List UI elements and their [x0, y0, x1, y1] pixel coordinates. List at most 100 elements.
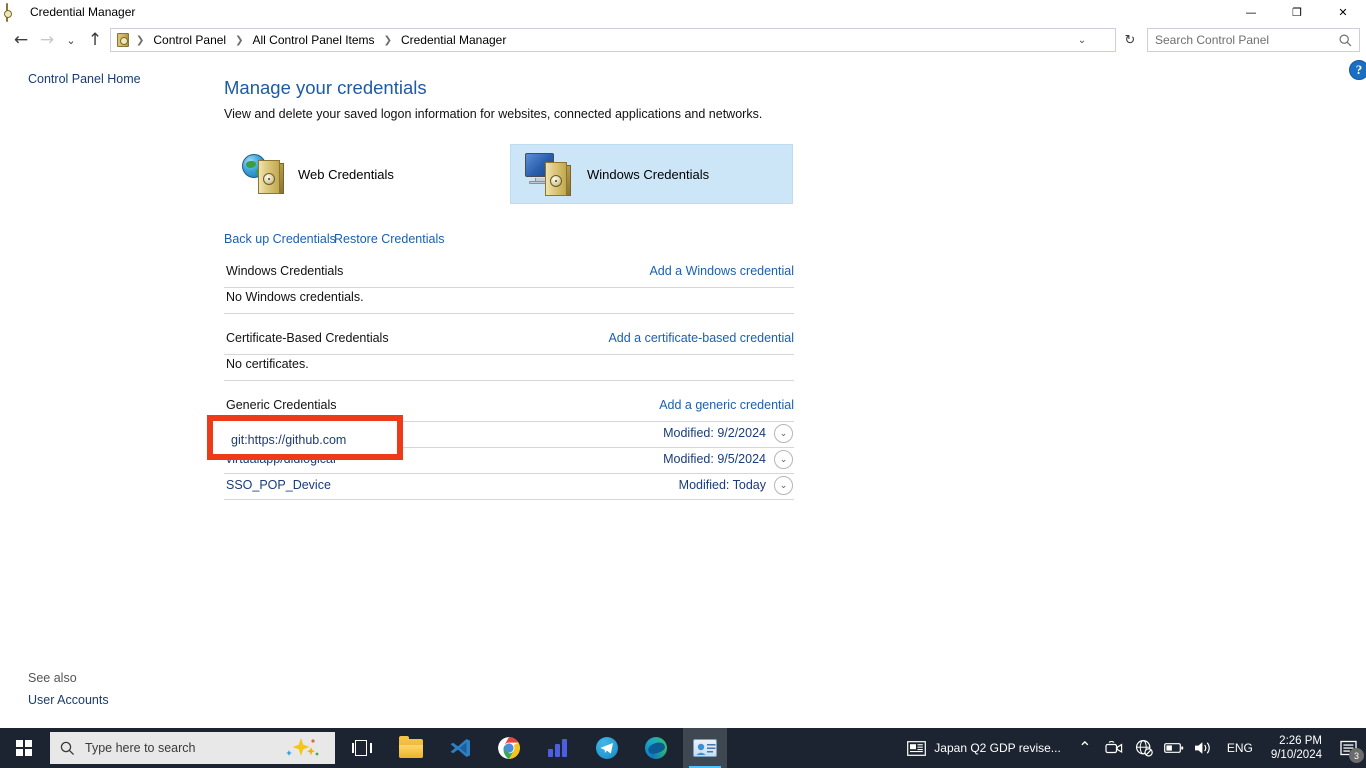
title-bar: Credential Manager — ❐ ✕	[0, 0, 1366, 24]
add-generic-credential-link[interactable]: Add a generic credential	[659, 398, 794, 412]
minimize-button[interactable]: —	[1228, 0, 1274, 24]
credential-modified: Modified: 9/5/2024	[663, 452, 766, 466]
add-windows-credential-link[interactable]: Add a Windows credential	[649, 264, 794, 278]
breadcrumb-item-all-control-panel-items[interactable]: All Control Panel Items	[251, 33, 377, 47]
clock-time: 2:26 PM	[1279, 734, 1322, 747]
breadcrumb-vault-icon	[117, 33, 129, 47]
chevron-down-icon[interactable]: ⌄	[774, 476, 793, 495]
recent-locations-icon[interactable]: ⌄	[60, 27, 82, 53]
page-title: Manage your credentials	[224, 77, 427, 98]
network-disconnected-icon[interactable]	[1129, 728, 1159, 768]
section-windows-credentials: Windows Credentials Add a Windows creden…	[224, 264, 794, 314]
folder-icon	[399, 735, 423, 758]
back-up-credentials-link[interactable]: Back up Credentials	[224, 232, 336, 246]
breadcrumb-separator: ❯	[383, 34, 392, 46]
telegram-icon	[596, 737, 618, 759]
chevron-down-icon[interactable]: ⌄	[774, 450, 793, 469]
credential-modified: Modified: Today	[679, 478, 766, 492]
clock-date: 9/10/2024	[1270, 749, 1322, 761]
refresh-icon[interactable]: ↻	[1118, 28, 1142, 52]
section-certificate-based-credentials: Certificate-Based Credentials Add a cert…	[224, 331, 794, 381]
section-header: Certificate-Based Credentials Add a cert…	[224, 331, 794, 355]
breadcrumb-item-control-panel[interactable]: Control Panel	[151, 33, 228, 47]
section-empty-message: No Windows credentials.	[224, 288, 794, 314]
maximize-button[interactable]: ❐	[1274, 0, 1320, 24]
credential-manager-icon	[693, 739, 717, 757]
edge-icon	[645, 737, 667, 759]
windows-credentials-icon	[525, 152, 577, 196]
tile-windows-credentials-label: Windows Credentials	[587, 166, 710, 182]
breadcrumb[interactable]: ❯ Control Panel ❯ All Control Panel Item…	[110, 28, 1116, 52]
system-tray: Japan Q2 GDP revise... ⌃ ENG 2:26 PM 9/1…	[898, 728, 1366, 768]
bar-chart-icon	[548, 739, 568, 757]
taskbar-task-view-button[interactable]	[340, 728, 384, 768]
credential-modified-value: 9/5/2024	[717, 452, 766, 466]
taskbar-credential-manager-button[interactable]	[683, 728, 727, 768]
credential-modified-label: Modified:	[663, 452, 714, 466]
vault-icon	[6, 3, 22, 22]
table-row[interactable]: SSO_POP_Device Modified: Today ⌄	[224, 474, 794, 500]
battery-icon[interactable]	[1159, 728, 1189, 768]
credential-modified-value: Today	[732, 478, 766, 492]
breadcrumb-separator: ❯	[136, 34, 145, 46]
taskbar-charts-app-button[interactable]	[536, 728, 580, 768]
section-empty-message: No certificates.	[224, 355, 794, 381]
window-title: Credential Manager	[30, 5, 136, 19]
clock[interactable]: 2:26 PM 9/10/2024	[1261, 728, 1332, 768]
volume-icon[interactable]	[1189, 728, 1219, 768]
taskbar-chrome-button[interactable]	[487, 728, 531, 768]
meet-now-icon[interactable]	[1099, 728, 1129, 768]
credential-modified-label: Modified:	[663, 426, 714, 440]
search-control-panel-box[interactable]: Search Control Panel	[1147, 28, 1360, 52]
restore-credentials-link[interactable]: Restore Credentials	[334, 232, 444, 246]
web-credentials-icon	[242, 152, 288, 196]
news-headline: Japan Q2 GDP revise...	[934, 741, 1061, 755]
tile-windows-credentials[interactable]: Windows Credentials	[510, 144, 793, 204]
taskbar-telegram-button[interactable]	[585, 728, 629, 768]
task-view-icon	[352, 740, 372, 756]
section-title: Certificate-Based Credentials	[226, 331, 389, 345]
forward-icon[interactable]: →	[34, 27, 60, 53]
show-hidden-icons-chevron-icon[interactable]: ⌃	[1071, 728, 1099, 768]
help-icon[interactable]: ?	[1349, 60, 1366, 80]
address-bar: ← → ⌄ ↑ ❯ Control Panel ❯ All Control Pa…	[0, 24, 1366, 56]
up-icon[interactable]: ↑	[82, 27, 108, 53]
vs-code-icon	[449, 737, 471, 759]
credential-modified-value: 9/2/2024	[717, 426, 766, 440]
notifications-button[interactable]: 3	[1332, 728, 1366, 768]
start-button[interactable]	[0, 728, 48, 768]
credential-modified: Modified: 9/2/2024	[663, 426, 766, 440]
chevron-down-icon[interactable]: ⌄	[774, 424, 793, 443]
language-indicator[interactable]: ENG	[1219, 728, 1261, 768]
news-icon	[906, 738, 926, 758]
copilot-sparkle-icon[interactable]	[281, 736, 321, 760]
taskbar-search-input[interactable]: Type here to search	[50, 732, 335, 764]
news-widget[interactable]: Japan Q2 GDP revise...	[898, 728, 1071, 768]
taskbar-file-explorer-button[interactable]	[389, 728, 433, 768]
breadcrumb-item-credential-manager[interactable]: Credential Manager	[399, 33, 508, 47]
breadcrumb-dropdown-icon[interactable]: ⌄	[1073, 29, 1091, 51]
highlighted-credential-name[interactable]: git:https://github.com	[231, 433, 346, 447]
sidebar: Control Panel Home See also User Account…	[0, 56, 210, 722]
taskbar-search-placeholder: Type here to search	[85, 741, 196, 755]
credential-modified-label: Modified:	[678, 478, 730, 492]
credential-name[interactable]: SSO_POP_Device	[226, 478, 331, 492]
taskbar-vs-code-button[interactable]	[438, 728, 482, 768]
page-subtitle: View and delete your saved logon informa…	[224, 107, 763, 121]
search-input[interactable]: Search Control Panel	[1148, 33, 1335, 47]
back-icon[interactable]: ←	[8, 27, 34, 53]
window-controls: — ❐ ✕	[1228, 0, 1366, 24]
sidebar-item-user-accounts[interactable]: User Accounts	[28, 693, 109, 707]
search-icon	[60, 741, 75, 756]
section-header: Windows Credentials Add a Windows creden…	[224, 264, 794, 288]
taskbar-edge-button[interactable]	[634, 728, 678, 768]
tile-web-credentials[interactable]: Web Credentials	[228, 144, 508, 204]
tile-web-credentials-label: Web Credentials	[298, 166, 394, 182]
highlight-annotation-box: git:https://github.com	[207, 415, 403, 460]
section-title: Generic Credentials	[226, 398, 337, 412]
notification-count-badge: 3	[1349, 748, 1364, 763]
close-button[interactable]: ✕	[1320, 0, 1366, 24]
add-certificate-based-credential-link[interactable]: Add a certificate-based credential	[608, 331, 794, 345]
see-also-label: See also	[28, 671, 77, 685]
sidebar-item-control-panel-home[interactable]: Control Panel Home	[28, 72, 141, 86]
